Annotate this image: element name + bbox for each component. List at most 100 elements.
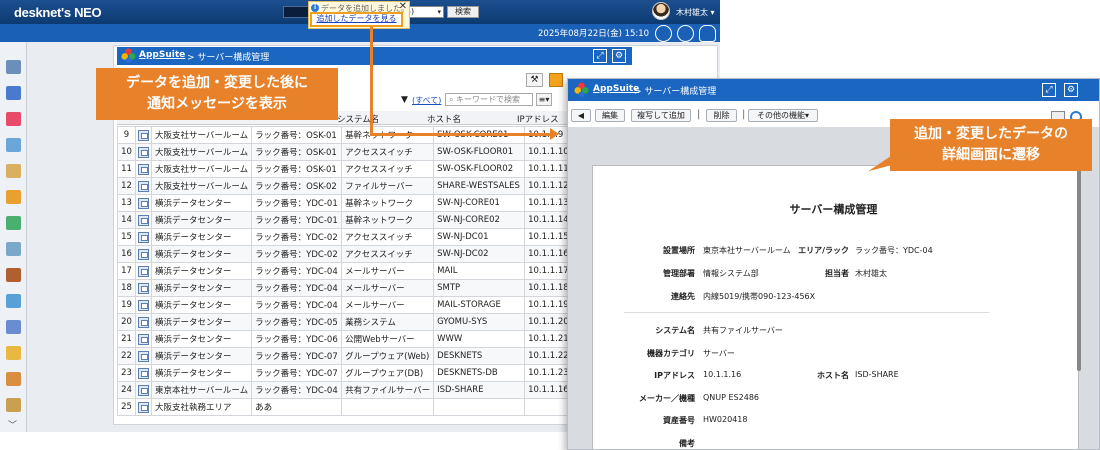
appsuite-icon[interactable] — [6, 112, 21, 126]
copy-add-button[interactable]: 複写して追加 — [631, 109, 691, 122]
table-row[interactable]: 14 横浜データセンター ラック番号：YDC-01 基幹ネットワーク SW-NJ-COR… — [117, 211, 584, 229]
table-row[interactable]: 25 大阪支社執務エリア ああ — [117, 398, 584, 416]
table-row[interactable]: 15 横浜データセンター ラック番号：YDC-02 アクセススイッチ SW-NJ-DC0… — [117, 228, 584, 246]
cell-host: SW-NJ-DC02 — [433, 245, 526, 263]
table-row[interactable]: 11 大阪支社サーバールーム ラック番号：OSK-01 アクセススイッチ SW-OSK-… — [117, 160, 584, 178]
record-icon[interactable] — [138, 129, 149, 141]
table-row[interactable]: 16 横浜データセンター ラック番号：YDC-02 アクセススイッチ SW-NJ-DC0… — [117, 245, 584, 263]
row-icon[interactable] — [135, 313, 152, 331]
row-icon[interactable] — [135, 296, 152, 314]
notebook-icon[interactable] — [6, 398, 21, 412]
appsuite-link[interactable]: AppSuite — [593, 84, 639, 94]
row-icon[interactable] — [135, 364, 152, 382]
appsuite-link[interactable]: AppSuite — [139, 50, 185, 60]
chevron-down-icon[interactable]: ﹀ — [8, 418, 17, 431]
record-icon[interactable] — [138, 299, 149, 311]
workflow-icon[interactable] — [6, 346, 21, 360]
breadcrumb: > サーバー構成管理 — [187, 53, 270, 63]
edit-button[interactable]: 編集 — [595, 109, 625, 122]
column-header-host[interactable]: ホスト名 — [427, 113, 461, 125]
cell-system: 公開Webサーバー — [341, 330, 435, 348]
avatar[interactable] — [652, 2, 670, 20]
cell-rack: ラック番号：YDC-01 — [251, 194, 343, 212]
table-row[interactable]: 10 大阪支社サーバールーム ラック番号：OSK-01 アクセススイッチ SW-OSK-… — [117, 143, 584, 161]
record-icon[interactable] — [138, 265, 149, 277]
record-icon[interactable] — [138, 180, 149, 192]
record-icon[interactable] — [138, 197, 149, 209]
record-icon[interactable] — [138, 316, 149, 328]
filter-icon[interactable]: ▼ — [401, 95, 408, 105]
phone-icon[interactable] — [6, 216, 21, 230]
data-table: 9大阪支社サーバールームラック番号：OSK-01基幹ネットワークSW-OSK-C… — [117, 126, 584, 416]
timecard-icon[interactable] — [6, 268, 21, 282]
calendar-icon[interactable] — [6, 86, 21, 100]
table-row[interactable]: 23 横浜データセンター ラック番号：YDC-07 グループウェア(DB) DESKNE… — [117, 364, 584, 382]
delete-button[interactable]: 削除 — [706, 109, 737, 122]
wrench-icon[interactable]: ⚒ — [526, 73, 543, 87]
address-book-icon[interactable] — [6, 320, 21, 334]
scrollbar[interactable] — [1077, 165, 1081, 371]
record-icon[interactable] — [138, 384, 149, 396]
folder-icon[interactable] — [6, 190, 21, 204]
row-icon[interactable] — [135, 194, 152, 212]
gear-icon[interactable]: ⚙ — [612, 49, 626, 63]
table-row[interactable]: 18 横浜データセンター ラック番号：YDC-04 メールサーバー SMTP 10.1.1… — [117, 279, 584, 297]
record-icon[interactable] — [138, 163, 149, 175]
table-row[interactable]: 20 横浜データセンター ラック番号：YDC-05 業務システム GYOMU-SYS 10… — [117, 313, 584, 331]
table-row[interactable]: 12 大阪支社サーバールーム ラック番号：OSK-02 ファイルサーバー SHARE-W… — [117, 177, 584, 195]
table-row[interactable]: 19 横浜データセンター ラック番号：YDC-04 メールサーバー MAIL-STORA… — [117, 296, 584, 314]
row-icon[interactable] — [135, 279, 152, 297]
table-row[interactable]: 21 横浜データセンター ラック番号：YDC-06 公開Webサーバー WWW 10.1.… — [117, 330, 584, 348]
record-icon[interactable] — [138, 248, 149, 260]
record-icon[interactable] — [138, 146, 149, 158]
user-status-icon[interactable] — [699, 25, 716, 42]
notification-icon[interactable] — [655, 25, 672, 42]
table-row[interactable]: 22 横浜データセンター ラック番号：YDC-07 グループウェア(Web) DESKN… — [117, 347, 584, 365]
row-icon[interactable] — [135, 177, 152, 195]
record-icon[interactable] — [138, 350, 149, 362]
close-icon[interactable]: ✕ — [399, 1, 407, 12]
column-header-ip[interactable]: IPアドレス — [517, 113, 559, 125]
expand-icon[interactable]: ⤢ — [593, 49, 607, 63]
table-row[interactable]: 13 横浜データセンター ラック番号：YDC-01 基幹ネットワーク SW-NJ-COR… — [117, 194, 584, 212]
row-icon[interactable] — [135, 126, 152, 144]
record-icon[interactable] — [138, 282, 149, 294]
row-icon[interactable] — [135, 381, 152, 399]
row-icon[interactable] — [135, 330, 152, 348]
expand-icon[interactable]: ⤢ — [1042, 83, 1056, 97]
table-row[interactable]: 24 東京本社サーバールーム ラック番号：YDC-04 共有ファイルサーバー ISD-S… — [117, 381, 584, 399]
row-icon[interactable] — [135, 245, 152, 263]
record-icon[interactable] — [138, 231, 149, 243]
row-icon[interactable] — [135, 262, 152, 280]
list-menu-button[interactable]: ≡▾ — [536, 93, 552, 106]
row-icon[interactable] — [135, 398, 152, 416]
record-icon[interactable] — [138, 333, 149, 345]
memo-icon[interactable] — [6, 164, 21, 178]
record-icon[interactable] — [138, 401, 149, 413]
record-icon[interactable] — [138, 214, 149, 226]
portal-icon[interactable] — [6, 60, 21, 74]
monitor-icon[interactable] — [6, 294, 21, 308]
view-added-data-link[interactable]: 追加したデータを見る — [310, 12, 403, 27]
filter-all-link[interactable]: (すべて) — [412, 95, 441, 106]
gear-icon[interactable]: ⚙ — [1064, 83, 1078, 97]
back-button[interactable]: ◀ — [571, 109, 591, 122]
app-logo[interactable]: desknet's NEO — [14, 5, 102, 20]
facility-icon[interactable] — [6, 138, 21, 152]
chat-icon[interactable] — [677, 25, 694, 42]
search-button[interactable]: 検索 — [447, 6, 479, 18]
record-icon[interactable] — [138, 367, 149, 379]
row-icon[interactable] — [135, 211, 152, 229]
username-menu[interactable]: 木村雄太 ▾ — [676, 7, 715, 18]
row-icon[interactable] — [135, 143, 152, 161]
table-row[interactable]: 17 横浜データセンター ラック番号：YDC-04 メールサーバー MAIL 10.1.1… — [117, 262, 584, 280]
report-icon[interactable] — [6, 372, 21, 386]
keyword-search-input[interactable]: ⌕ キーワードで検索 — [445, 93, 533, 106]
bookmark-icon[interactable] — [549, 73, 563, 87]
row-number: 21 — [117, 330, 136, 348]
row-icon[interactable] — [135, 160, 152, 178]
mail-icon[interactable] — [6, 242, 21, 256]
row-icon[interactable] — [135, 228, 152, 246]
other-functions-button[interactable]: その他の機能▾ — [748, 109, 818, 122]
row-icon[interactable] — [135, 347, 152, 365]
